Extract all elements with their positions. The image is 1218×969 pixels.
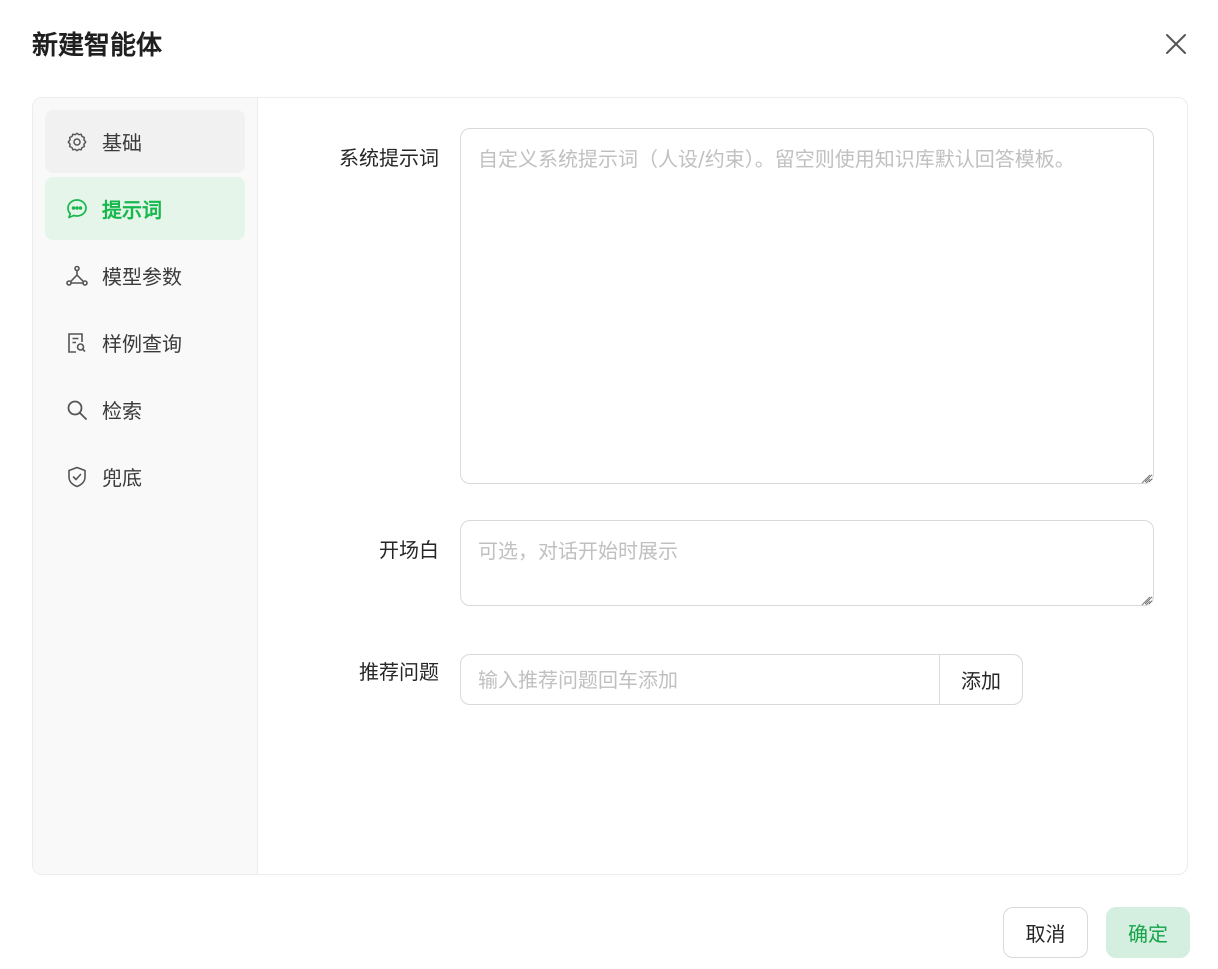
system-prompt-textarea[interactable] <box>460 128 1154 484</box>
doc-search-icon <box>65 331 89 355</box>
add-question-button[interactable]: 添加 <box>939 654 1023 705</box>
sidebar-item-basic[interactable]: 基础 <box>45 110 245 173</box>
cancel-button[interactable]: 取消 <box>1003 907 1088 958</box>
search-icon <box>65 398 89 422</box>
sidebar-item-label: 兜底 <box>102 466 142 490</box>
suggested-questions-label: 推荐问题 <box>359 660 439 684</box>
sidebar-item-fallback[interactable]: 兜底 <box>45 445 245 508</box>
sidebar-item-examples[interactable]: 样例查询 <box>45 311 245 374</box>
sidebar-item-retrieval[interactable]: 检索 <box>45 378 245 441</box>
settings-panel: 基础 提示词 模型参数 样例查询 检索 兜底 系统提示词 自定义系统提示词（人设… <box>32 97 1188 875</box>
sidebar-item-label: 检索 <box>102 399 142 423</box>
sidebar-item-model-params[interactable]: 模型参数 <box>45 244 245 307</box>
sidebar-item-label: 样例查询 <box>102 332 182 356</box>
resize-handle-icon[interactable] <box>1139 591 1151 606</box>
resize-handle-icon[interactable] <box>1139 469 1151 484</box>
sidebar-item-label: 模型参数 <box>102 265 182 289</box>
confirm-button[interactable]: 确定 <box>1106 907 1190 958</box>
sidebar-item-prompt[interactable]: 提示词 <box>45 177 245 240</box>
shield-check-icon <box>65 465 89 489</box>
opening-label: 开场白 <box>379 538 439 562</box>
gear-icon <box>65 130 89 154</box>
sidebar: 基础 提示词 模型参数 样例查询 检索 兜底 <box>33 98 258 874</box>
nodes-icon <box>65 264 89 288</box>
chat-icon <box>65 197 89 221</box>
sidebar-item-label: 基础 <box>102 131 142 155</box>
prompt-settings-form: 系统提示词 开场白 推荐问题 添加 <box>259 98 1187 874</box>
system-prompt-label: 系统提示词 <box>339 146 439 170</box>
suggested-question-input[interactable] <box>460 654 940 705</box>
dialog-title: 新建智能体 <box>32 31 163 61</box>
close-icon <box>1165 33 1187 59</box>
opening-textarea[interactable] <box>460 520 1154 606</box>
close-button[interactable] <box>1158 28 1194 64</box>
sidebar-item-label: 提示词 <box>102 198 162 222</box>
